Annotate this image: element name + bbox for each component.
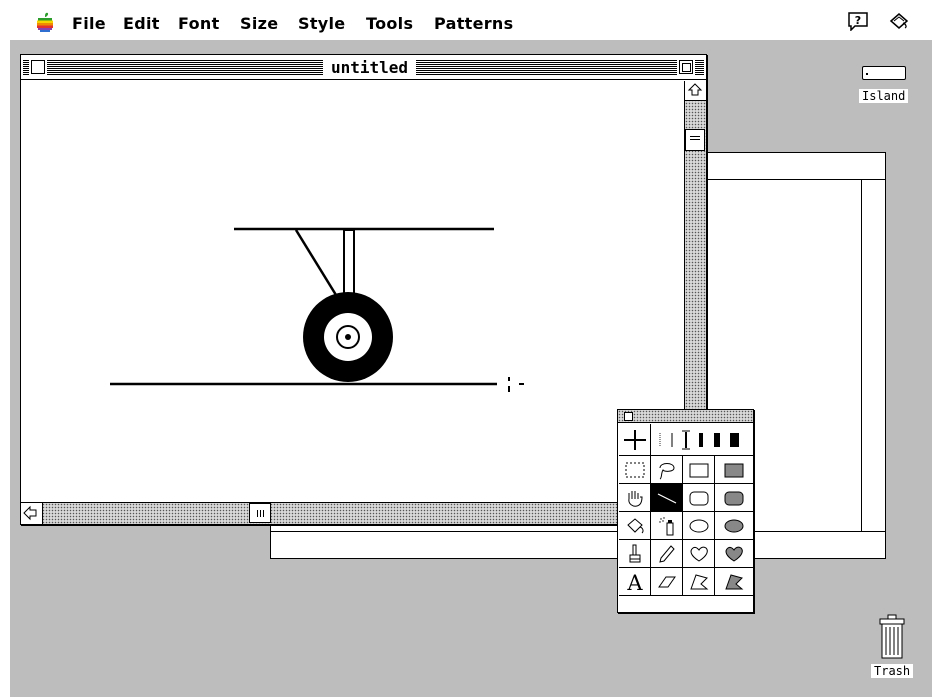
scroll-up-arrow[interactable] [684, 81, 706, 101]
paint-bucket-icon [626, 517, 644, 533]
filled-oval-icon [724, 519, 744, 532]
landing-gear-drawing [110, 227, 497, 386]
text-icon: A [626, 572, 643, 592]
rectangle-icon [689, 463, 708, 477]
filled-freeform-tool[interactable] [715, 540, 753, 568]
disk-icon[interactable] [862, 66, 906, 80]
palette-close-box[interactable] [624, 412, 633, 421]
window-title: untitled [323, 58, 417, 78]
spray-can-icon [658, 516, 673, 535]
paint-bucket-app-icon[interactable] [888, 11, 910, 31]
marquee-icon [625, 462, 644, 477]
rounded-rectangle-tool[interactable] [683, 484, 715, 512]
text-tool[interactable]: A [619, 568, 651, 596]
menu-file[interactable]: File [72, 14, 106, 33]
horizontal-scroll-thumb[interactable] [249, 503, 271, 523]
arrow-up-icon [687, 83, 703, 96]
freeform-icon [690, 546, 708, 562]
rectangle-tool[interactable] [683, 456, 715, 484]
zoom-box[interactable] [679, 60, 693, 74]
hand-icon [627, 490, 643, 507]
line-tool[interactable] [651, 484, 683, 512]
lasso-icon [659, 462, 675, 479]
hand-tool[interactable] [619, 484, 651, 512]
menu-tools[interactable]: Tools [366, 14, 413, 33]
close-box[interactable] [31, 60, 45, 74]
crosshair-cursor-icon [508, 377, 524, 392]
crosshair-tool[interactable] [619, 424, 651, 456]
freeform-tool[interactable] [683, 540, 715, 568]
filled-polygon-tool[interactable] [715, 568, 753, 596]
disk-label[interactable]: Island [859, 89, 909, 103]
menu-size[interactable]: Size [240, 14, 278, 33]
filled-rectangle-icon [724, 463, 744, 477]
menu-style[interactable]: Style [298, 14, 345, 33]
pencil-icon [658, 544, 675, 563]
palette-title-bar[interactable] [618, 410, 753, 423]
brush-icon [629, 544, 640, 562]
rounded-rectangle-icon [689, 491, 708, 505]
svg-text:A: A [626, 572, 643, 592]
drawing-canvas[interactable] [21, 81, 684, 502]
filled-rounded-rectangle-tool[interactable] [715, 484, 753, 512]
polygon-icon [689, 573, 708, 589]
tool-palette[interactable]: A [617, 409, 754, 613]
crosshair-icon [623, 429, 646, 450]
scroll-left-arrow[interactable] [21, 502, 43, 524]
brush-tool[interactable] [619, 540, 651, 568]
filled-polygon-icon [725, 573, 744, 589]
horizontal-scrollbar[interactable] [21, 502, 684, 524]
oval-icon [689, 519, 708, 532]
svg-text:?: ? [855, 14, 861, 27]
pencil-tool[interactable] [651, 540, 683, 568]
menu-bar: File Edit Font Size Style Tools Patterns… [0, 0, 932, 40]
trash-label[interactable]: Trash [871, 664, 914, 678]
selection-rectangle-tool[interactable] [619, 456, 651, 484]
document-window[interactable]: untitled [20, 54, 707, 525]
filled-rectangle-tool[interactable] [715, 456, 753, 484]
spray-can-tool[interactable] [651, 512, 683, 540]
lasso-tool[interactable] [651, 456, 683, 484]
filled-rounded-rectangle-icon [724, 491, 744, 505]
line-width-icon [659, 430, 739, 449]
question-balloon-icon[interactable]: ? [847, 11, 869, 31]
menu-font[interactable]: Font [178, 14, 220, 33]
menu-edit[interactable]: Edit [123, 14, 160, 33]
apple-logo-icon[interactable] [36, 12, 54, 32]
filled-freeform-icon [725, 546, 743, 562]
eraser-icon [657, 576, 676, 587]
eraser-tool[interactable] [651, 568, 683, 596]
paint-bucket-tool[interactable] [619, 512, 651, 540]
vertical-scroll-thumb[interactable] [685, 129, 705, 151]
polygon-tool[interactable] [683, 568, 715, 596]
line-width-tool[interactable] [651, 424, 753, 456]
oval-tool[interactable] [683, 512, 715, 540]
filled-oval-tool[interactable] [715, 512, 753, 540]
trash-icon[interactable] [877, 614, 907, 660]
menu-patterns[interactable]: Patterns [434, 14, 513, 33]
arrow-left-icon [23, 505, 37, 521]
line-icon [657, 492, 676, 504]
